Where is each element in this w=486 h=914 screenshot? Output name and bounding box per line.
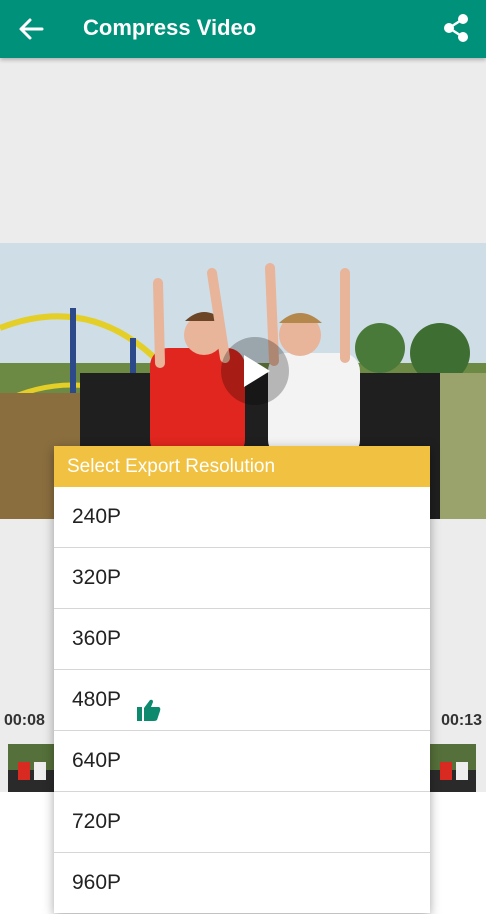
end-time-label: 00:13 [441,712,482,729]
timeline-thumbnail-end[interactable] [430,744,476,792]
resolution-option-240p[interactable]: 240P [54,487,430,548]
play-icon[interactable] [240,353,272,389]
option-label: 240P [72,505,122,528]
resolution-option-960p[interactable]: 960P [54,853,430,913]
dialog-title: Select Export Resolution [54,446,430,487]
option-label: 320P [72,566,122,589]
resolution-option-720p[interactable]: 720P [54,792,430,853]
thumbs-up-icon [136,686,162,721]
app-bar: Compress Video [0,0,486,58]
option-label: 960P [72,871,122,894]
timeline-thumbnail-start[interactable] [8,744,54,792]
option-label: 480P [72,688,122,711]
arrow-back-icon[interactable] [16,15,46,43]
export-resolution-dialog: Select Export Resolution 240P 320P 360P … [54,446,430,913]
resolution-option-480p[interactable]: 480P [54,670,430,731]
resolution-option-320p[interactable]: 320P [54,548,430,609]
option-label: 360P [72,627,122,650]
option-label: 640P [72,749,122,772]
option-label: 720P [72,810,122,833]
resolution-option-640p[interactable]: 640P [54,731,430,792]
page-title: Compress Video [83,15,257,40]
resolution-option-360p[interactable]: 360P [54,609,430,670]
share-icon[interactable] [442,13,470,43]
start-time-label: 00:08 [4,712,45,729]
